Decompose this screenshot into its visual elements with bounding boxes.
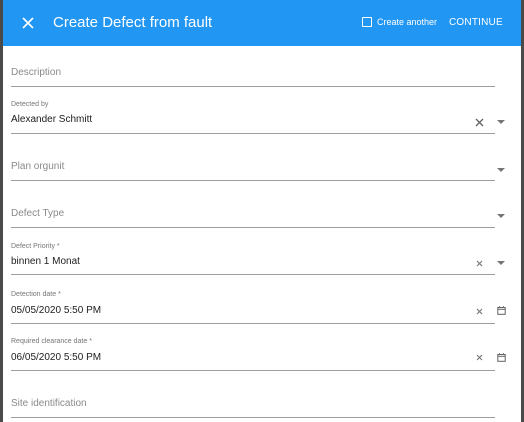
plan-orgunit-field[interactable]: Plan orgunit	[11, 146, 505, 182]
detection-date-calendar-button[interactable]	[495, 304, 507, 316]
create-another-checkbox[interactable]: Create another	[362, 17, 437, 27]
detected-by-field[interactable]: Detected by Alexander Schmitt	[11, 98, 505, 134]
defect-priority-value: binnen 1 Monat	[11, 256, 80, 267]
clear-icon	[476, 308, 482, 314]
clear-icon	[476, 260, 482, 266]
plan-orgunit-placeholder: Plan orgunit	[11, 161, 65, 172]
required-clearance-date-underline	[11, 370, 495, 371]
defect-priority-field[interactable]: Defect Priority * binnen 1 Monat	[11, 240, 505, 276]
required-clearance-date-value: 06/05/2020 5:50 PM	[11, 352, 102, 363]
detected-by-label: Detected by	[11, 101, 49, 108]
dialog-title: Create Defect from fault	[53, 14, 213, 31]
plan-orgunit-dropdown-button[interactable]	[495, 164, 507, 176]
detection-date-clear-button[interactable]	[473, 305, 485, 317]
required-clearance-date-field[interactable]: Required clearance date * 06/05/2020 5:5…	[11, 335, 506, 371]
description-placeholder: Description	[11, 67, 62, 78]
detection-date-label: Detection date *	[11, 291, 61, 298]
dialog-header: Create Defect from fault Create another …	[3, 0, 521, 46]
detected-by-clear-button[interactable]	[473, 116, 485, 128]
site-identification-field[interactable]: Site identification	[11, 383, 495, 419]
defect-type-dropdown-button[interactable]	[495, 210, 507, 222]
chevron-down-icon	[497, 260, 505, 265]
create-another-label: Create another	[377, 17, 438, 27]
defect-priority-label: Defect Priority *	[11, 243, 60, 250]
defect-priority-underline	[11, 274, 495, 275]
detection-date-field[interactable]: Detection date * 05/05/2020 5:50 PM	[11, 288, 506, 324]
defect-priority-clear-button[interactable]	[473, 257, 485, 269]
calendar-icon	[496, 352, 506, 362]
chevron-down-icon	[497, 167, 505, 172]
detected-by-underline	[11, 133, 495, 134]
chevron-down-icon	[497, 213, 505, 218]
close-button[interactable]	[16, 11, 40, 35]
required-clearance-date-calendar-button[interactable]	[495, 351, 507, 363]
detection-date-underline	[11, 323, 495, 324]
clear-icon	[476, 354, 482, 360]
required-clearance-date-label: Required clearance date *	[11, 338, 92, 345]
description-underline	[11, 86, 495, 87]
defect-type-placeholder: Defect Type	[11, 208, 65, 219]
detected-by-dropdown-button[interactable]	[495, 116, 507, 128]
close-icon	[22, 17, 34, 29]
detection-date-value: 05/05/2020 5:50 PM	[11, 305, 102, 316]
required-clearance-date-clear-button[interactable]	[473, 351, 485, 363]
chevron-down-icon	[497, 119, 505, 124]
calendar-icon	[496, 305, 506, 315]
defect-priority-dropdown-button[interactable]	[495, 257, 507, 269]
site-identification-underline	[11, 417, 495, 418]
continue-button[interactable]: CONTINUE	[449, 17, 503, 28]
create-defect-dialog: Create Defect from fault Create another …	[3, 0, 521, 422]
defect-type-underline	[11, 227, 495, 228]
plan-orgunit-underline	[11, 180, 495, 181]
detected-by-value: Alexander Schmitt	[11, 114, 93, 125]
site-identification-placeholder: Site identification	[11, 398, 87, 409]
defect-type-field[interactable]: Defect Type	[11, 193, 505, 229]
checkbox-box[interactable]	[362, 17, 372, 27]
clear-icon	[475, 118, 483, 126]
description-field[interactable]: Description	[11, 52, 495, 88]
